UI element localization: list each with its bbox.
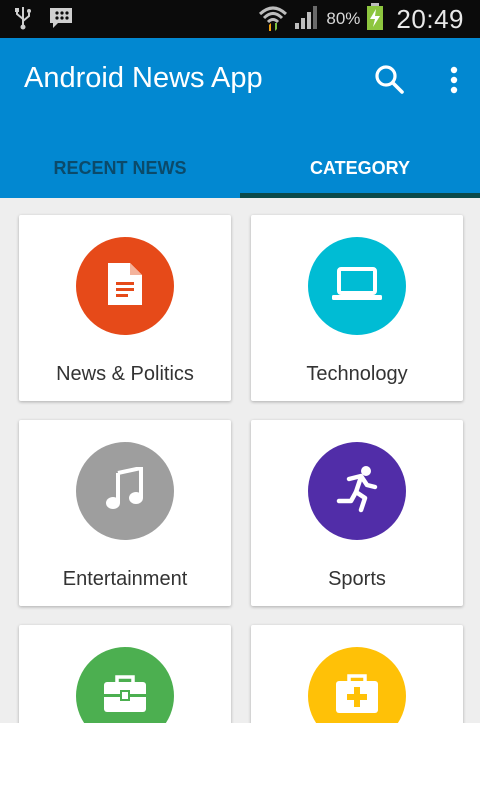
battery-percent: 80% [326, 9, 361, 28]
search-icon [372, 65, 408, 102]
app-title: Android News App [24, 62, 263, 94]
category-grid: News & Politics Technology Entertainment… [0, 198, 480, 723]
signal-icon [294, 4, 320, 35]
category-icon-circle [308, 647, 406, 723]
status-bar: 80% 20:49 [0, 0, 480, 38]
category-card-sports[interactable]: Sports [251, 420, 463, 606]
category-label: Technology [306, 363, 408, 385]
document-icon [105, 261, 145, 312]
category-card-technology[interactable]: Technology [251, 215, 463, 401]
wifi-icon [258, 2, 288, 37]
category-label: Entertainment [62, 568, 188, 590]
tab-bar: RECENT NEWS CATEGORY [0, 138, 480, 198]
category-card-business[interactable] [19, 625, 231, 723]
category-label: News & Politics [56, 363, 194, 385]
briefcase-icon [102, 674, 148, 719]
clock: 20:49 [396, 3, 464, 34]
category-card-entertainment[interactable]: Entertainment [19, 420, 231, 606]
category-icon-circle [76, 647, 174, 723]
laptop-icon [331, 266, 383, 307]
category-icon-circle [308, 442, 406, 540]
app-bar: Android News App RECENT NEWS CATEGORY [0, 38, 480, 198]
usb-icon [14, 6, 32, 35]
tab-recent-news[interactable]: RECENT NEWS [0, 138, 240, 198]
category-icon-circle [308, 237, 406, 335]
running-person-icon [333, 465, 381, 518]
overflow-menu-button[interactable] [440, 62, 468, 98]
category-icon-circle [76, 237, 174, 335]
category-card-news-politics[interactable]: News & Politics [19, 215, 231, 401]
search-button[interactable] [372, 62, 408, 98]
category-icon-circle [76, 442, 174, 540]
music-note-icon [105, 465, 145, 516]
battery-charging-icon [366, 2, 384, 36]
first-aid-kit-icon [334, 673, 380, 720]
category-card-health[interactable] [251, 625, 463, 723]
more-vert-icon [440, 66, 468, 102]
tab-category[interactable]: CATEGORY [240, 138, 480, 198]
bbm-icon [48, 6, 74, 35]
category-label: Sports [328, 568, 386, 590]
